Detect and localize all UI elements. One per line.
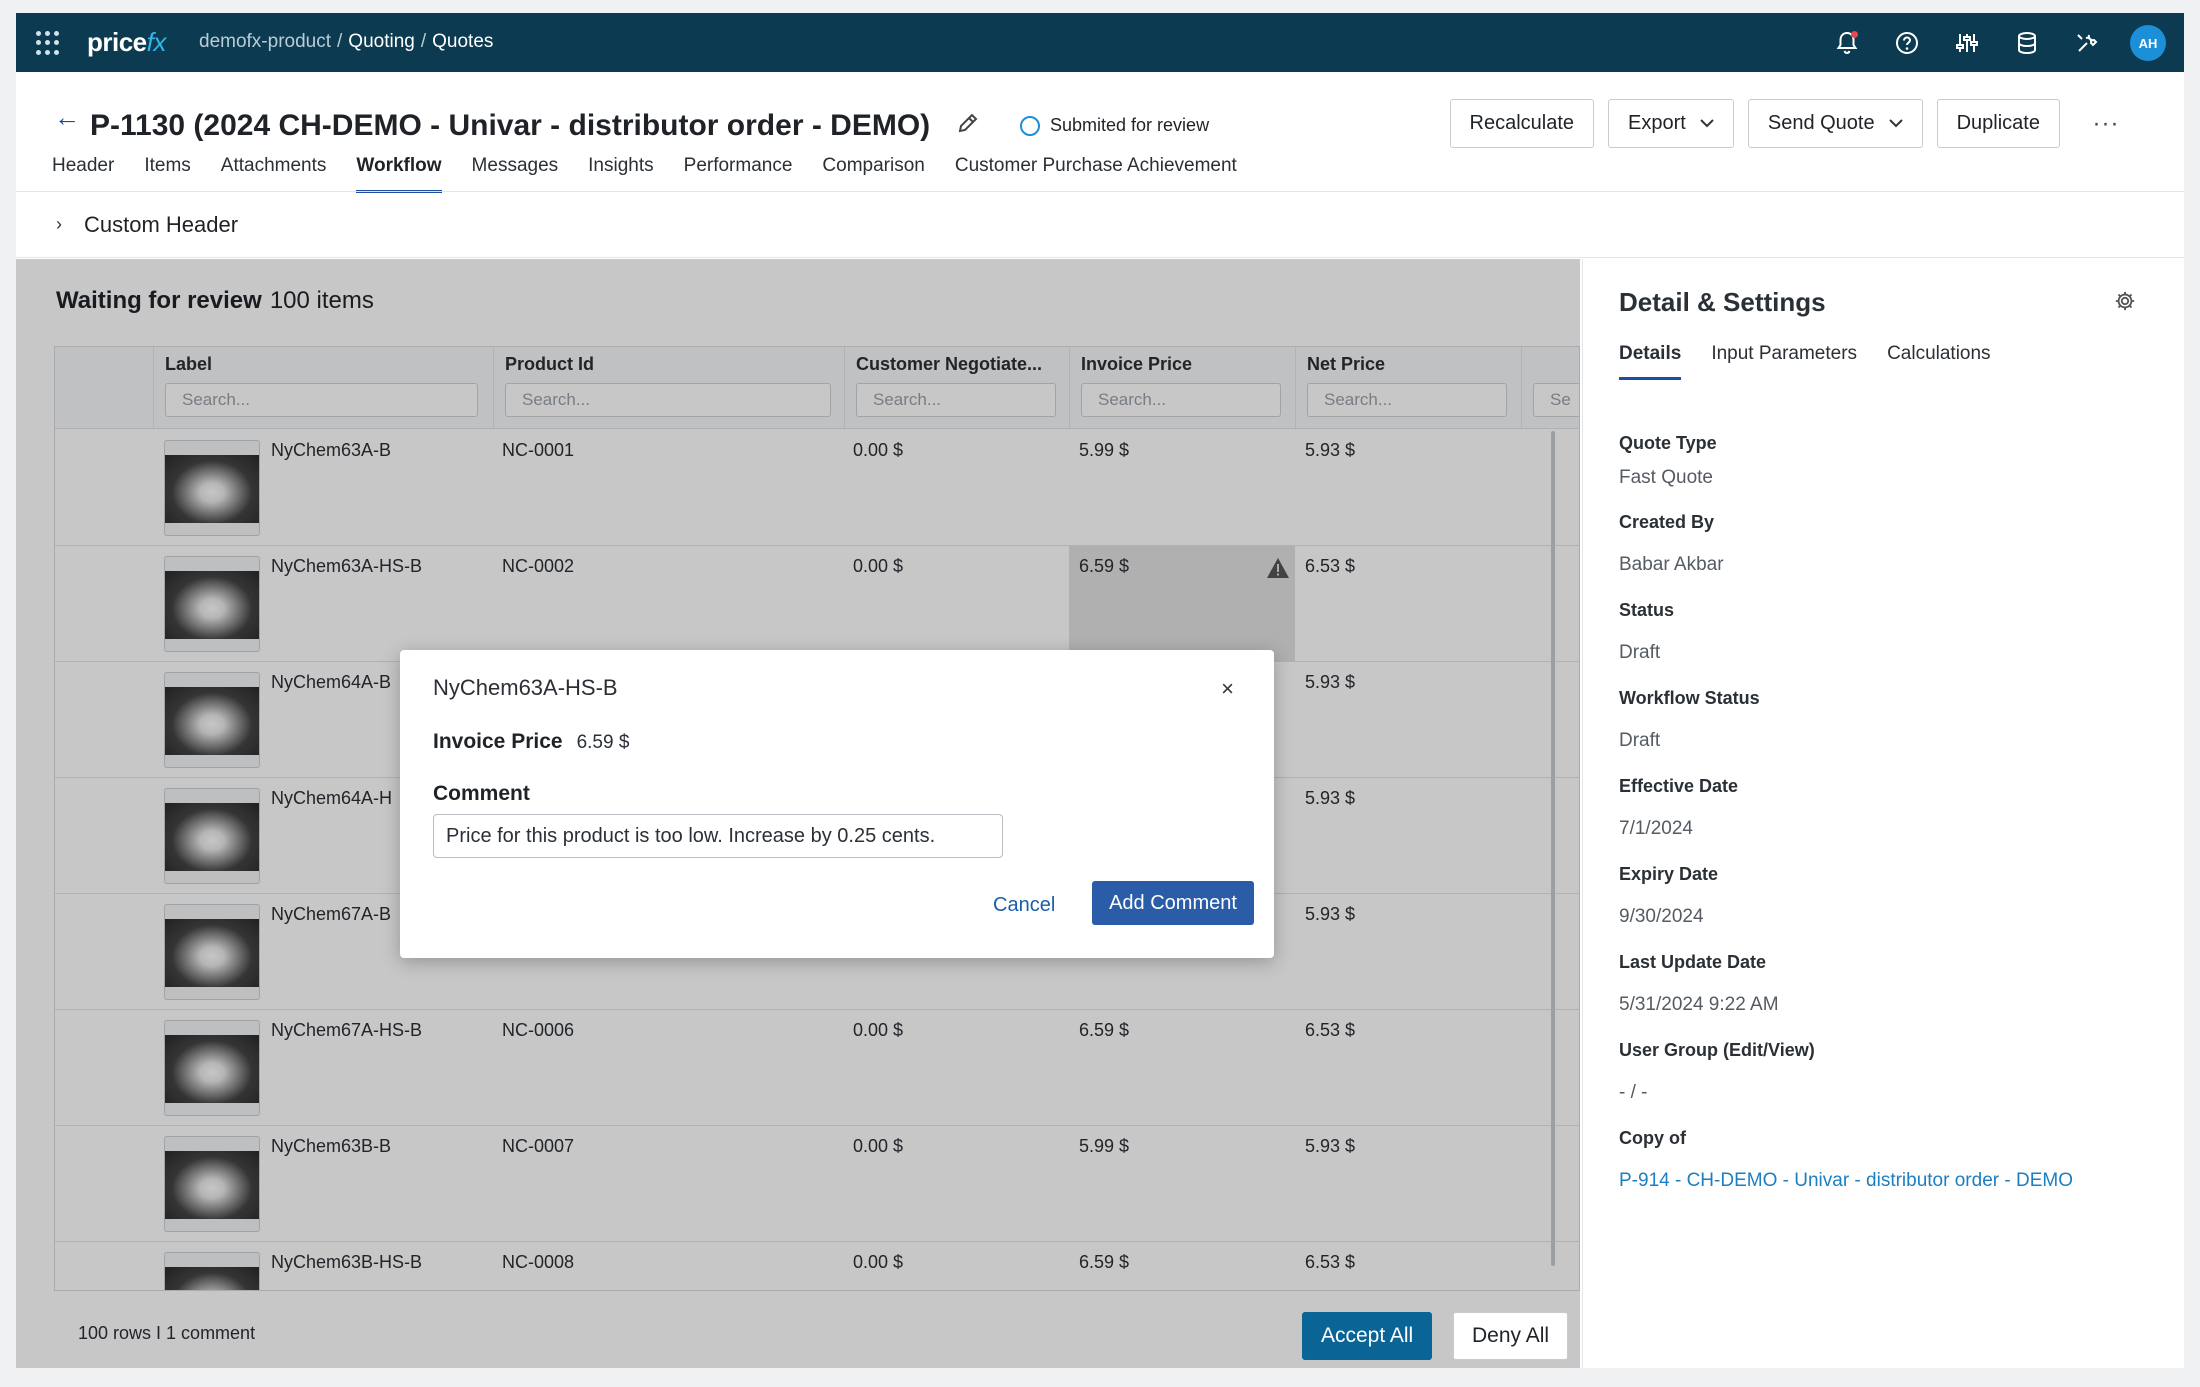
recalculate-button[interactable]: Recalculate	[1449, 99, 1595, 148]
created-by-label: Created By	[1619, 512, 1715, 532]
copy-of-label: Copy of	[1619, 1128, 1686, 1148]
add-comment-dialog: NyChem63A-HS-B × Invoice Price 6.59 $ Co…	[400, 650, 1274, 958]
last-update-date-label: Last Update Date	[1619, 952, 1767, 972]
detail-settings-panel: Detail & Settings Details Input Paramete…	[1582, 259, 2184, 1368]
tab-performance[interactable]: Performance	[684, 151, 793, 193]
tab-input-parameters[interactable]: Input Parameters	[1711, 343, 1857, 380]
app-window: pricefx demofx-product / Quoting / Quotes AH	[16, 13, 2184, 1368]
tab-comparison[interactable]: Comparison	[822, 151, 924, 193]
custom-header-label: Custom Header	[84, 211, 239, 237]
effective-date-label: Effective Date	[1619, 776, 1739, 796]
copy-of-link[interactable]: P-914 - CH-DEMO - Univar - distributor o…	[1619, 1170, 2073, 1192]
cancel-button[interactable]: Cancel	[993, 894, 1055, 917]
status-badge: Submited for review	[1020, 115, 1209, 136]
tab-customer-purchase-achievement[interactable]: Customer Purchase Achievement	[955, 151, 1237, 193]
breadcrumb-partition[interactable]: demofx-product	[199, 31, 331, 52]
comment-input[interactable]	[433, 814, 1003, 858]
notifications-bell-icon[interactable]	[1830, 26, 1864, 60]
close-icon[interactable]: ×	[1221, 676, 1234, 702]
tab-details[interactable]: Details	[1619, 343, 1682, 380]
duplicate-button[interactable]: Duplicate	[1936, 99, 2060, 148]
tab-insights[interactable]: Insights	[588, 151, 653, 193]
settings-gear-icon[interactable]	[2114, 290, 2136, 317]
tab-attachments[interactable]: Attachments	[221, 151, 327, 193]
more-options-icon[interactable]: ···	[2086, 99, 2126, 148]
edit-pencil-icon[interactable]	[956, 111, 980, 140]
top-navigation-bar: pricefx demofx-product / Quoting / Quotes AH	[16, 13, 2184, 72]
field-value: 6.59 $	[576, 732, 630, 753]
tab-items[interactable]: Items	[144, 151, 190, 193]
tab-calculations[interactable]: Calculations	[1887, 343, 1991, 380]
status-text: Submited for review	[1050, 115, 1210, 135]
notification-badge	[1851, 31, 1858, 38]
breadcrumb-quotes[interactable]: Quotes	[432, 31, 493, 52]
help-icon[interactable]	[1890, 26, 1924, 60]
breadcrumb: demofx-product / Quoting / Quotes	[199, 31, 493, 53]
created-by-value: Babar Akbar	[1619, 554, 1724, 575]
chevron-down-icon	[1888, 119, 1903, 128]
quote-tabs: Header Items Attachments Workflow Messag…	[52, 151, 1237, 193]
tab-messages[interactable]: Messages	[472, 151, 559, 193]
page-title: P-1130 (2024 CH-DEMO - Univar - distribu…	[90, 109, 931, 142]
back-arrow-icon[interactable]: ←	[54, 102, 80, 133]
workflow-status-value: Draft	[1619, 730, 1661, 751]
send-quote-button[interactable]: Send Quote	[1747, 99, 1923, 148]
custom-header-toggle[interactable]: › Custom Header	[16, 192, 2184, 258]
user-group-value: - / -	[1619, 1082, 1648, 1103]
sliders-icon[interactable]	[1950, 26, 1984, 60]
invoice-price-field: Invoice Price 6.59 $	[433, 730, 629, 754]
chevron-down-icon	[1700, 119, 1714, 128]
workflow-status-label: Workflow Status	[1619, 688, 1760, 708]
detail-tabs: Details Input Parameters Calculations	[1619, 343, 1991, 380]
effective-date-value: 7/1/2024	[1619, 818, 1693, 839]
add-comment-button[interactable]: Add Comment	[1092, 881, 1254, 925]
dialog-title: NyChem63A-HS-B	[433, 675, 618, 700]
accept-all-button[interactable]: Accept All	[1302, 1312, 1433, 1360]
database-icon[interactable]	[2010, 26, 2044, 60]
user-avatar[interactable]: AH	[2130, 25, 2166, 61]
tools-icon[interactable]	[2070, 26, 2104, 60]
status-label: Status	[1619, 600, 1675, 620]
breadcrumb-separator: /	[337, 31, 343, 52]
expiry-date-value: 9/30/2024	[1619, 906, 1704, 927]
quote-actions: Recalculate Export Send Quote Duplicate …	[1449, 99, 2126, 148]
breadcrumb-quoting[interactable]: Quoting	[348, 31, 415, 52]
app-launcher-icon[interactable]	[36, 31, 60, 55]
quote-type-label: Quote Type	[1619, 433, 1717, 453]
last-update-date-value: 5/31/2024 9:22 AM	[1619, 994, 1779, 1015]
tab-header[interactable]: Header	[52, 151, 114, 193]
breadcrumb-separator: /	[420, 31, 427, 52]
quote-header: ← P-1130 (2024 CH-DEMO - Univar - distri…	[16, 72, 2184, 152]
user-group-label: User Group (Edit/View)	[1619, 1040, 1815, 1060]
export-button[interactable]: Export	[1608, 99, 1734, 148]
deny-all-button[interactable]: Deny All	[1453, 1312, 1569, 1360]
panel-title: Detail & Settings	[1619, 287, 1826, 317]
expiry-date-label: Expiry Date	[1619, 864, 1719, 884]
pricefx-logo[interactable]: pricefx	[87, 27, 166, 58]
comment-label: Comment	[433, 782, 530, 805]
quote-type-value: Fast Quote	[1619, 467, 1713, 488]
status-circle-icon	[1020, 115, 1040, 136]
chevron-right-icon: ›	[56, 214, 62, 234]
topbar-icons: AH	[1830, 25, 2166, 61]
tab-workflow[interactable]: Workflow	[356, 151, 442, 193]
field-label: Invoice Price	[433, 730, 563, 753]
status-value: Draft	[1619, 642, 1661, 663]
